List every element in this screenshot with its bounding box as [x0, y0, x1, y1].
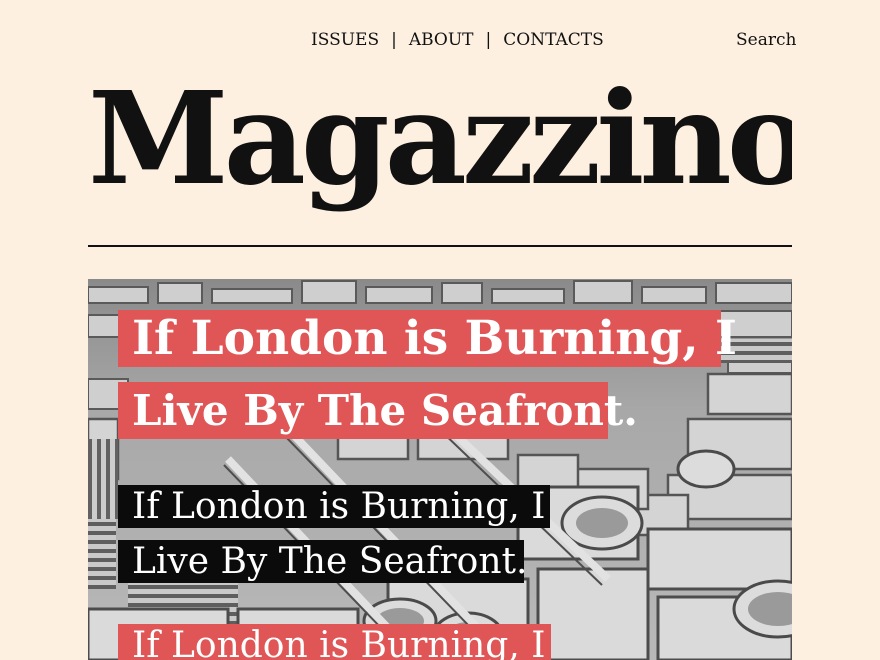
nav-link-contacts[interactable]: CONTACTS — [503, 30, 604, 50]
nav-separator: | — [485, 30, 492, 50]
headline-black-line-1[interactable]: If London is Burning, I — [118, 485, 550, 528]
hero-banner[interactable]: If London is Burning, I Live By The Seaf… — [88, 279, 792, 660]
headline-red-line-1[interactable]: If London is Burning, I — [118, 310, 737, 367]
headline-red-line-2[interactable]: Live By The Seafront. — [118, 382, 638, 439]
headline-black-line-2[interactable]: Live By The Seafront. — [118, 540, 527, 583]
top-nav: ISSUES | ABOUT | CONTACTS Search — [0, 30, 880, 54]
search-link[interactable]: Search — [736, 30, 796, 50]
headline-red-line-1[interactable]: If London is Burning, I — [118, 624, 551, 660]
site-logo[interactable]: Magazzino — [88, 64, 792, 214]
header-divider — [88, 245, 792, 247]
nav-links: ISSUES | ABOUT | CONTACTS — [311, 30, 604, 50]
nav-separator: | — [391, 30, 397, 50]
nav-link-issues[interactable]: ISSUES — [311, 30, 379, 50]
nav-link-about[interactable]: ABOUT — [409, 30, 474, 50]
